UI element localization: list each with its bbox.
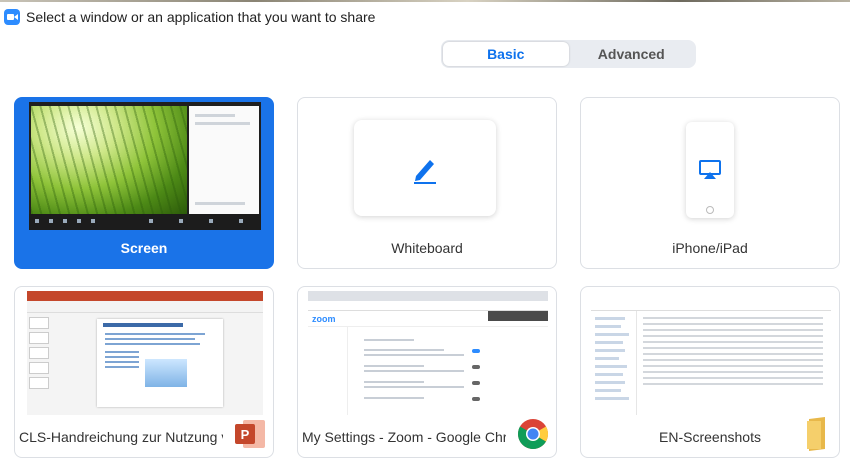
airplay-icon [699,160,721,179]
tab-advanced[interactable]: Advanced [569,42,695,66]
share-tile-explorer-window[interactable]: EN-Screenshots [580,286,840,458]
zoom-camera-icon [4,9,20,25]
chrome-thumbnail: zoom [308,291,548,415]
share-tile-whiteboard[interactable]: Whiteboard [297,97,557,269]
screen-thumbnail [29,102,261,230]
chrome-icon [516,417,550,451]
share-tile-screen[interactable]: Screen [14,97,274,269]
thumbnail-taskbar [29,214,261,230]
window-title: Select a window or an application that y… [26,9,376,25]
powerpoint-icon: P [233,417,267,451]
svg-text:P: P [241,427,250,442]
share-tile-powerpoint-window[interactable]: CLS-Handreichung zur Nutzung v... P [14,286,274,458]
tile-label-iphone-ipad: iPhone/iPad [672,240,748,256]
title-bar: Select a window or an application that y… [4,7,375,27]
thumbnail-zoom-logo: zoom [312,314,336,324]
share-mode-tabs: Basic Advanced [441,40,696,68]
tile-label-powerpoint: CLS-Handreichung zur Nutzung v... [19,429,223,445]
tile-label-whiteboard: Whiteboard [391,240,463,256]
folder-icon [799,417,833,451]
tile-label-chrome: My Settings - Zoom - Google Chr... [302,429,506,445]
tab-basic[interactable]: Basic [443,42,569,66]
phone-home-button [706,206,714,214]
pen-icon [414,160,436,184]
phone-card [686,122,734,218]
window-top-edge [0,0,850,2]
ppt-slide-preview [97,319,223,407]
whiteboard-card [354,120,496,216]
thumbnail-zoom-panel [189,106,259,214]
powerpoint-thumbnail [27,291,263,415]
tile-label-screen: Screen [120,240,168,256]
share-tile-iphone-ipad[interactable]: iPhone/iPad [580,97,840,269]
explorer-thumbnail [591,291,831,415]
desktop-wallpaper [31,106,187,214]
share-tile-chrome-window[interactable]: zoom My Settings - Zoom - Google Chr... [297,286,557,458]
